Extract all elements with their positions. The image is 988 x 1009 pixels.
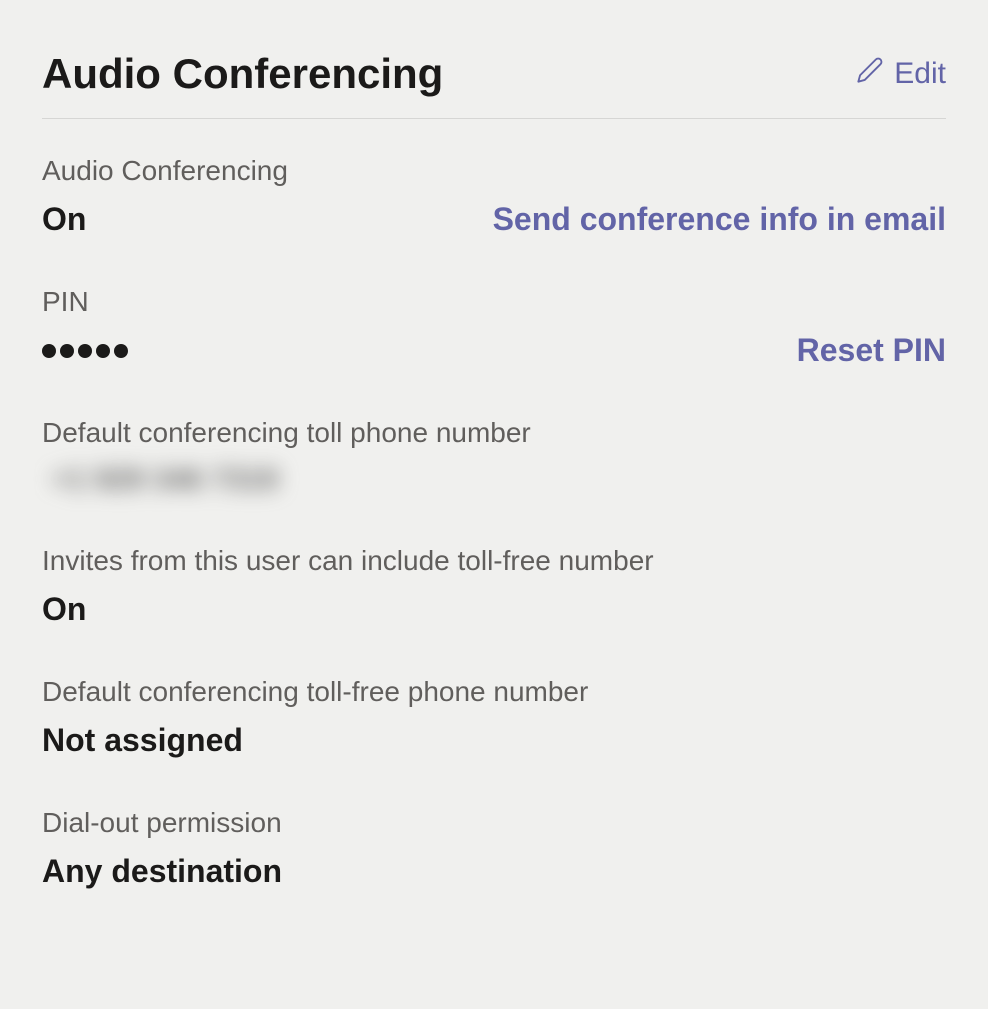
reset-pin-link[interactable]: Reset PIN [797,332,946,369]
page-title: Audio Conferencing [42,50,443,98]
pin-dot [78,344,92,358]
audio-conferencing-value: On [42,201,86,238]
audio-conferencing-field: Audio Conferencing On Send conference in… [42,155,946,238]
field-label: PIN [42,286,946,318]
include-tollfree-value: On [42,591,86,628]
pin-dot [60,344,74,358]
include-tollfree-field: Invites from this user can include toll-… [42,545,946,628]
pin-dot [42,344,56,358]
section-header: Audio Conferencing Edit [42,50,946,119]
toll-number-field: Default conferencing toll phone number +… [42,417,946,497]
field-label: Default conferencing toll-free phone num… [42,676,946,708]
pin-masked-value [42,344,128,358]
pin-dot [114,344,128,358]
field-label: Audio Conferencing [42,155,946,187]
toll-number-value: +1 929 346 7319 [42,463,288,497]
pin-dot [96,344,110,358]
edit-label: Edit [894,57,946,91]
tollfree-number-value: Not assigned [42,722,243,759]
edit-button[interactable]: Edit [856,56,946,92]
field-label: Dial-out permission [42,807,946,839]
send-conference-info-link[interactable]: Send conference info in email [493,201,946,238]
dialout-permission-field: Dial-out permission Any destination [42,807,946,890]
pencil-icon [856,56,884,92]
field-label: Invites from this user can include toll-… [42,545,946,577]
pin-field: PIN Reset PIN [42,286,946,369]
dialout-permission-value: Any destination [42,853,282,890]
field-label: Default conferencing toll phone number [42,417,946,449]
tollfree-number-field: Default conferencing toll-free phone num… [42,676,946,759]
